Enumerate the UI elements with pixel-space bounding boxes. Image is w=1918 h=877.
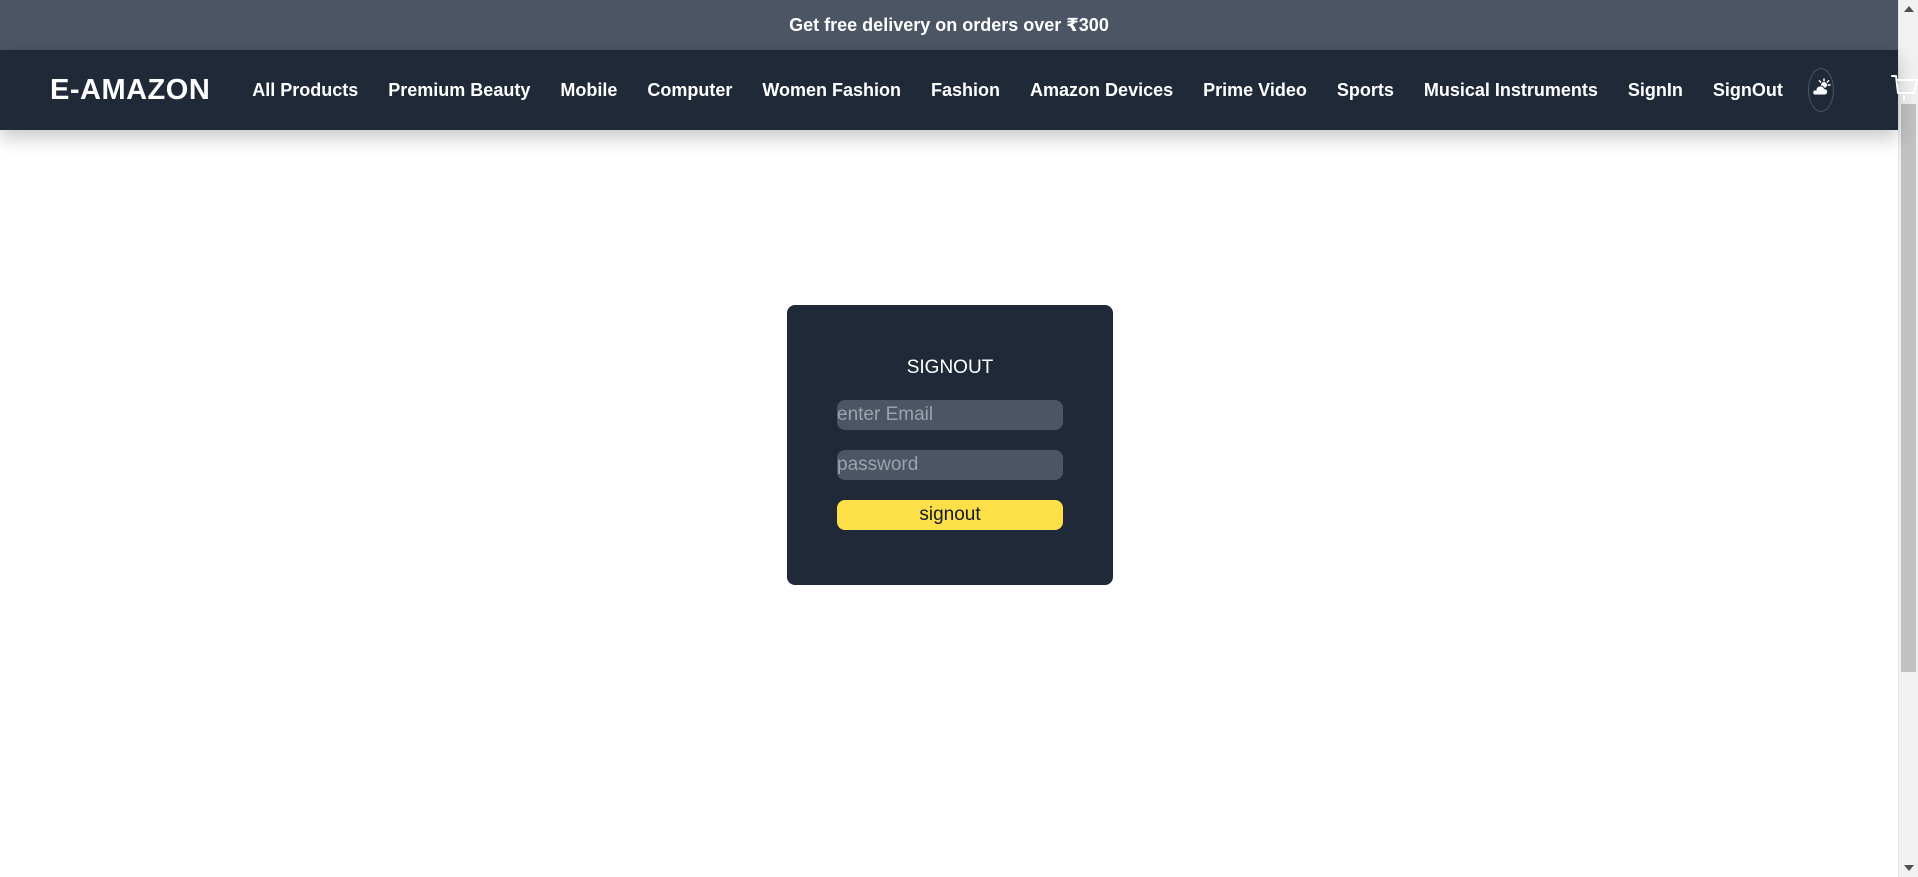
page: Get free delivery on orders over ₹300 E-…: [0, 0, 1918, 877]
theme-toggle-button[interactable]: [1807, 68, 1834, 112]
signout-submit-button[interactable]: signout: [837, 500, 1063, 530]
nav-link-premium-beauty[interactable]: Premium Beauty: [388, 80, 530, 101]
nav-link-sports[interactable]: Sports: [1337, 80, 1394, 101]
nav-links: All Products Premium Beauty Mobile Compu…: [252, 80, 1783, 101]
main-content: SIGNOUT signout: [0, 130, 1898, 877]
scroll-up-arrow-icon[interactable]: [1904, 6, 1914, 12]
weather-cloud-sun-icon: [1809, 76, 1833, 105]
promo-text: Get free delivery on orders over ₹300: [789, 14, 1109, 35]
nav-link-all-products[interactable]: All Products: [252, 80, 358, 101]
nav-link-computer[interactable]: Computer: [647, 80, 732, 101]
promo-banner: Get free delivery on orders over ₹300: [0, 0, 1898, 50]
nav-link-signout[interactable]: SignOut: [1713, 80, 1783, 101]
top-navbar: E-AMAZON All Products Premium Beauty Mob…: [0, 50, 1918, 130]
vertical-scrollbar[interactable]: [1898, 0, 1918, 877]
nav-link-mobile[interactable]: Mobile: [560, 80, 617, 101]
scrollbar-thumb[interactable]: [1901, 104, 1916, 672]
nav-link-signin[interactable]: SignIn: [1628, 80, 1683, 101]
scroll-down-arrow-icon[interactable]: [1904, 865, 1914, 871]
brand-logo[interactable]: E-AMAZON: [50, 74, 210, 107]
cart-icon: [1890, 72, 1918, 109]
nav-link-fashion[interactable]: Fashion: [931, 80, 1000, 101]
password-field[interactable]: [837, 450, 1063, 480]
nav-link-amazon-devices[interactable]: Amazon Devices: [1030, 80, 1173, 101]
form-title: SIGNOUT: [906, 357, 994, 378]
signout-form-card: SIGNOUT signout: [787, 305, 1113, 585]
nav-link-musical-instruments[interactable]: Musical Instruments: [1424, 80, 1598, 101]
nav-link-women-fashion[interactable]: Women Fashion: [762, 80, 901, 101]
email-field[interactable]: [837, 400, 1063, 430]
cart-button[interactable]: 1: [1890, 72, 1918, 109]
nav-link-prime-video[interactable]: Prime Video: [1203, 80, 1307, 101]
